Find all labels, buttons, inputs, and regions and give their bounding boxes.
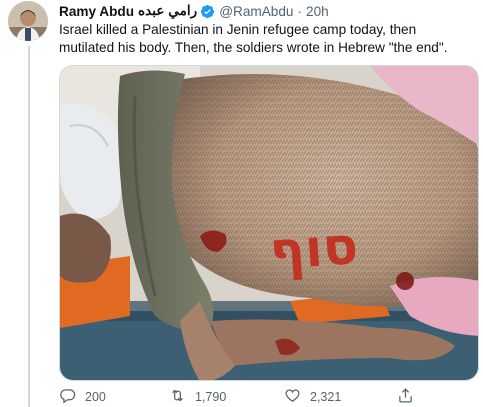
retweet-button[interactable]: 1,790 xyxy=(169,388,226,406)
tweet-card[interactable]: Ramy Abdu رامي عبده @RamAbdu · 20h Israe… xyxy=(0,0,483,407)
thread-line xyxy=(28,46,30,407)
like-button[interactable]: 2,321 xyxy=(284,388,341,406)
carved-hebrew-text: סוף xyxy=(268,216,360,282)
tweet-header: Ramy Abdu رامي عبده @RamAbdu · 20h xyxy=(59,2,329,20)
heart-icon xyxy=(284,387,301,407)
tweet-time[interactable]: 20h xyxy=(306,4,329,19)
retweet-icon xyxy=(169,387,186,407)
verified-badge-icon xyxy=(200,4,215,19)
separator-dot: · xyxy=(297,3,303,19)
author-handle[interactable]: @RamAbdu xyxy=(219,4,293,19)
share-icon xyxy=(397,387,414,407)
reply-button[interactable]: 200 xyxy=(59,388,106,406)
share-button[interactable] xyxy=(397,388,414,406)
tweet-text: Israel killed a Palestinian in Jenin ref… xyxy=(59,22,448,55)
tweet-actions: 200 1,790 2,321 xyxy=(59,388,479,406)
avatar[interactable] xyxy=(8,1,48,41)
display-name-arabic[interactable]: رامي عبده xyxy=(138,3,197,19)
tweet-photo[interactable]: סוף xyxy=(59,65,479,381)
display-name[interactable]: Ramy Abdu xyxy=(59,4,134,19)
reply-icon xyxy=(59,387,76,407)
like-count: 2,321 xyxy=(310,390,342,404)
reply-count: 200 xyxy=(85,390,106,404)
retweet-count: 1,790 xyxy=(195,390,227,404)
